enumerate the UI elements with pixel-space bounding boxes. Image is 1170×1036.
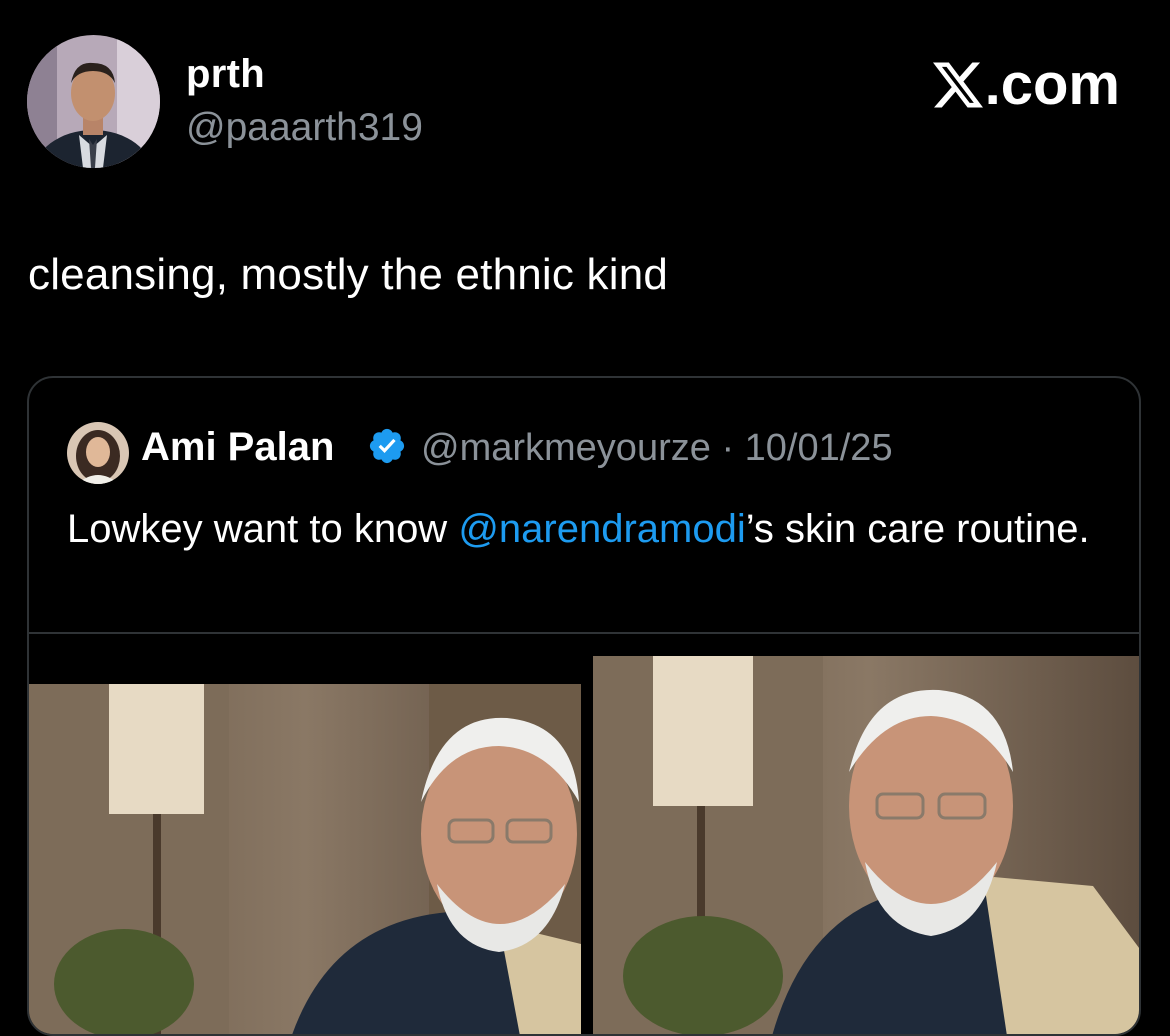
quoted-author-name[interactable]: Ami Palan (141, 425, 334, 470)
quoted-author-avatar[interactable] (67, 422, 129, 484)
quoted-tweet-date[interactable]: 10/01/25 (745, 427, 893, 469)
verified-badge-icon (369, 428, 405, 464)
meta-separator: · (721, 427, 735, 469)
quoted-text-before: Lowkey want to know (67, 507, 459, 551)
quoted-author-handle[interactable]: @markmeyourze (421, 427, 711, 469)
quoted-tweet-card[interactable]: Ami Palan @markmeyourze · 10/01/25 Lowke… (27, 376, 1141, 1036)
quoted-text-after: ’s skin care routine. (745, 507, 1090, 551)
brand-label: .com (984, 52, 1120, 117)
author-handle[interactable]: @paaarth319 (186, 106, 423, 150)
quoted-tweet-text: Lowkey want to know @narendramodi’s skin… (67, 500, 1107, 558)
author-avatar[interactable] (27, 35, 160, 168)
quoted-tweet-meta: @markmeyourze · 10/01/25 (421, 427, 893, 470)
mention-link[interactable]: @narendramodi (458, 507, 745, 551)
media-image-right[interactable] (593, 656, 1139, 1034)
x-logo-icon (932, 62, 983, 108)
author-display-name[interactable]: prth (186, 52, 265, 97)
brand-watermark: .com (932, 52, 1120, 117)
tweet-header: prth @paaarth319 .com (0, 0, 1170, 200)
quote-media-divider (29, 632, 1139, 634)
media-image-left[interactable] (29, 684, 581, 1034)
tweet-text: cleansing, mostly the ethnic kind (28, 250, 669, 299)
